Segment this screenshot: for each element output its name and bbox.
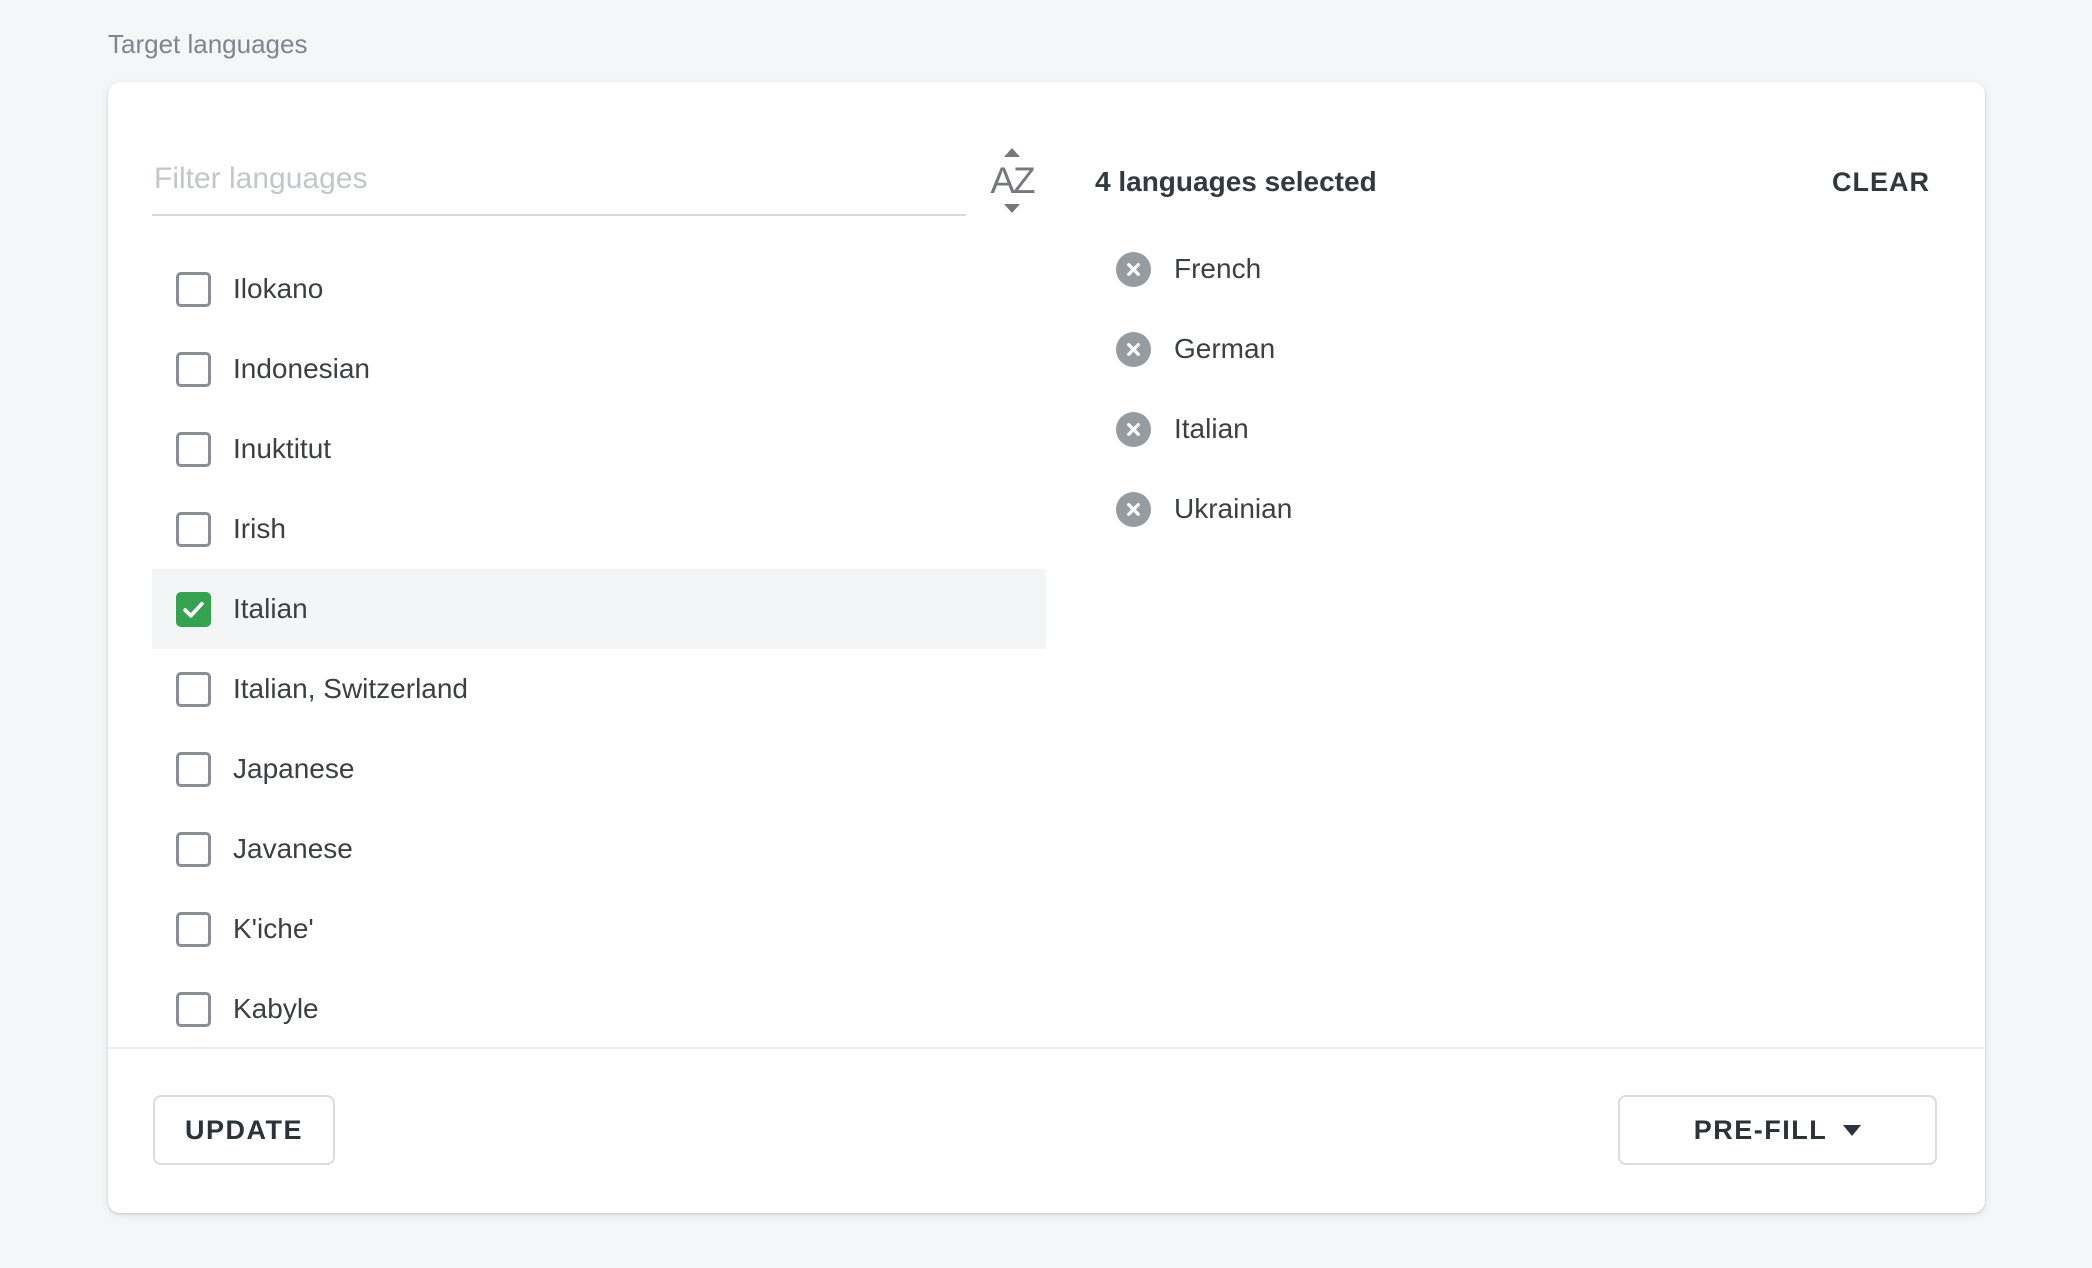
selected-languages-list: French German Italian U — [1116, 229, 1292, 549]
language-label: Italian, Switzerland — [233, 673, 468, 705]
checkbox-checked-icon[interactable] — [176, 592, 211, 627]
checkbox-unchecked-icon[interactable] — [176, 672, 211, 707]
x-icon — [1124, 420, 1143, 439]
selected-count-text: 4 languages selected — [1095, 166, 1377, 198]
language-row-kabyle[interactable]: Kabyle — [152, 969, 1046, 1049]
selected-language-item-german: German — [1116, 309, 1292, 389]
x-icon — [1124, 260, 1143, 279]
selected-language-item-french: French — [1116, 229, 1292, 309]
checkbox-unchecked-icon[interactable] — [176, 432, 211, 467]
language-list: Ilokano Indonesian Inuktitut Irish Itali… — [152, 249, 1046, 1049]
selected-language-label: German — [1174, 333, 1275, 365]
language-label: Indonesian — [233, 353, 370, 385]
language-row-italian-switzerland[interactable]: Italian, Switzerland — [152, 649, 1046, 729]
language-row-indonesian[interactable]: Indonesian — [152, 329, 1046, 409]
selected-languages-header: 4 languages selected CLEAR — [1095, 154, 1930, 210]
sort-arrow-up-icon — [1004, 148, 1020, 157]
language-label: K'iche' — [233, 913, 314, 945]
selected-language-label: French — [1174, 253, 1261, 285]
language-row-italian[interactable]: Italian — [152, 569, 1046, 649]
selected-language-label: Italian — [1174, 413, 1249, 445]
remove-ukrainian-button[interactable] — [1116, 492, 1151, 527]
language-row-kiche[interactable]: K'iche' — [152, 889, 1046, 969]
sort-alphabetically-button[interactable]: AZ — [962, 140, 1062, 220]
checkbox-unchecked-icon[interactable] — [176, 512, 211, 547]
language-row-javanese[interactable]: Javanese — [152, 809, 1046, 889]
checkmark-icon — [181, 597, 206, 622]
clear-button[interactable]: CLEAR — [1832, 167, 1930, 198]
x-icon — [1124, 340, 1143, 359]
update-button[interactable]: UPDATE — [153, 1095, 335, 1165]
language-picker-panel: AZ Ilokano Indonesian Inuktitut Irish — [108, 82, 1985, 1213]
x-icon — [1124, 500, 1143, 519]
checkbox-unchecked-icon[interactable] — [176, 752, 211, 787]
sort-arrow-down-icon — [1004, 204, 1020, 213]
checkbox-unchecked-icon[interactable] — [176, 832, 211, 867]
checkbox-unchecked-icon[interactable] — [176, 912, 211, 947]
language-row-japanese[interactable]: Japanese — [152, 729, 1046, 809]
prefill-button[interactable]: PRE-FILL — [1618, 1095, 1937, 1165]
language-row-irish[interactable]: Irish — [152, 489, 1046, 569]
checkbox-unchecked-icon[interactable] — [176, 352, 211, 387]
filter-languages-input[interactable] — [152, 144, 966, 216]
language-label: Ilokano — [233, 273, 323, 305]
selected-language-item-italian: Italian — [1116, 389, 1292, 469]
language-label: Kabyle — [233, 993, 319, 1025]
checkbox-unchecked-icon[interactable] — [176, 272, 211, 307]
checkbox-unchecked-icon[interactable] — [176, 992, 211, 1027]
language-label: Irish — [233, 513, 286, 545]
remove-italian-button[interactable] — [1116, 412, 1151, 447]
language-label: Japanese — [233, 753, 354, 785]
az-sort-icon: AZ — [988, 162, 1035, 199]
language-label: Inuktitut — [233, 433, 331, 465]
language-row-ilokano[interactable]: Ilokano — [152, 249, 1046, 329]
selected-language-label: Ukrainian — [1174, 493, 1292, 525]
remove-german-button[interactable] — [1116, 332, 1151, 367]
chevron-down-icon — [1843, 1125, 1861, 1136]
prefill-button-label: PRE-FILL — [1694, 1115, 1828, 1146]
selected-language-item-ukrainian: Ukrainian — [1116, 469, 1292, 549]
footer-divider — [108, 1047, 1985, 1049]
remove-french-button[interactable] — [1116, 252, 1151, 287]
language-label: Javanese — [233, 833, 353, 865]
language-label: Italian — [233, 593, 308, 625]
language-row-inuktitut[interactable]: Inuktitut — [152, 409, 1046, 489]
page-title: Target languages — [108, 28, 307, 60]
update-button-label: UPDATE — [185, 1115, 303, 1146]
